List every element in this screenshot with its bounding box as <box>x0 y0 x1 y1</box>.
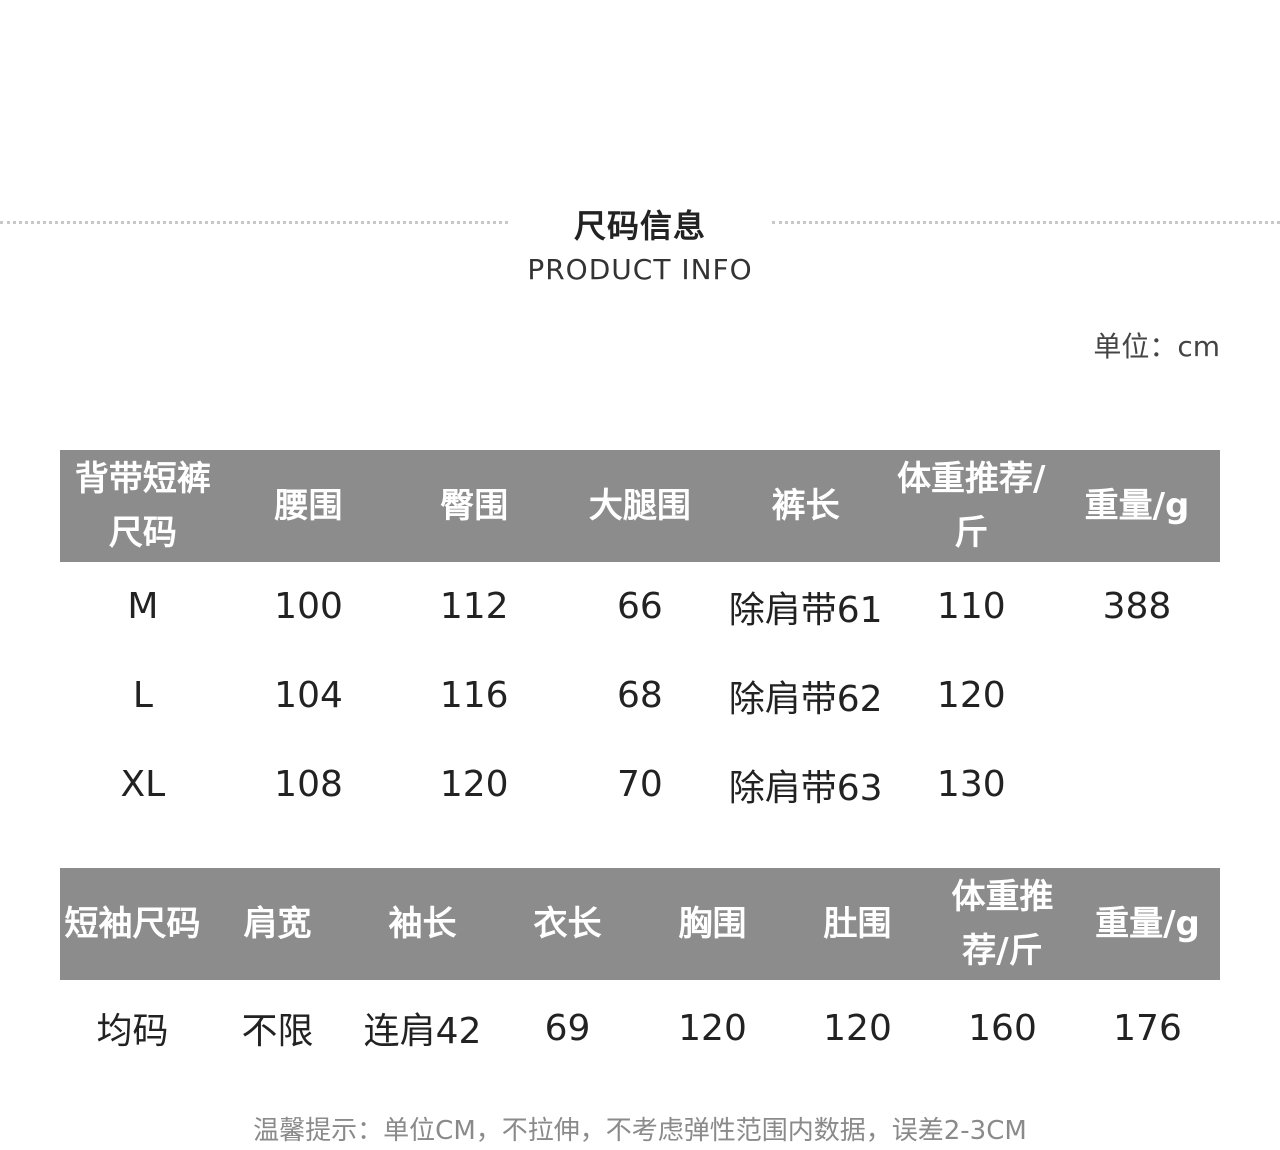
table-cell: 112 <box>439 586 509 627</box>
table-cell: 388 <box>1102 586 1172 627</box>
tshirt-size-table: 短袖尺码 肩宽 袖长 衣长 胸围 肚围 体重推荐/斤 重量/g 均码 不限 连肩… <box>60 868 1220 1076</box>
table-cell: L <box>132 675 153 716</box>
header-cell: 大腿围 <box>588 486 691 526</box>
table-cell: 120 <box>439 764 509 805</box>
table-cell: M <box>127 586 159 627</box>
table-cell: 120 <box>823 1007 892 1049</box>
table-row: M 100 112 66 除肩带61 110 388 <box>60 562 1220 651</box>
header-cell: 重量/g <box>1095 904 1200 944</box>
header-cell: 重量/g <box>1084 486 1190 526</box>
header-cell: 背带短裤尺码 <box>74 459 211 553</box>
header-cell: 袖长 <box>388 904 457 944</box>
table-row: XL 108 120 70 除肩带63 130 <box>60 740 1220 829</box>
table-cell: 连肩42 <box>363 1011 482 1052</box>
header-cell: 肚围 <box>823 904 892 944</box>
table-header: 短袖尺码 肩宽 袖长 衣长 胸围 肚围 体重推荐/斤 重量/g <box>60 868 1220 980</box>
header-cell: 胸围 <box>678 904 747 944</box>
table-cell: 除肩带63 <box>728 767 883 809</box>
table-header: 背带短裤尺码 腰围 臀围 大腿围 裤长 体重推荐/斤 重量/g <box>60 450 1220 562</box>
header-cell: 腰围 <box>274 486 343 526</box>
table-row: 均码 不限 连肩42 69 120 120 160 176 <box>60 980 1220 1076</box>
table-cell: XL <box>120 764 166 805</box>
section-header: 尺码信息 PRODUCT INFO <box>0 195 1280 295</box>
section-title-cn: 尺码信息 <box>573 207 706 245</box>
table-cell: 110 <box>936 586 1006 627</box>
table-row: L 104 116 68 除肩带62 120 <box>60 651 1220 740</box>
table-cell: 176 <box>1113 1007 1182 1049</box>
table-cell: 104 <box>274 675 343 716</box>
table-cell: 70 <box>617 764 663 805</box>
table-cell: 66 <box>617 586 663 627</box>
table-cell: 120 <box>678 1007 747 1049</box>
table-cell: 100 <box>274 586 343 627</box>
table-cell: 69 <box>544 1007 591 1049</box>
unit-label: 单位：cm <box>1093 330 1220 363</box>
table-cell: 68 <box>617 675 663 716</box>
divider-right <box>772 221 1280 224</box>
header-cell: 短袖尺码 <box>64 904 201 944</box>
table-cell: 130 <box>936 764 1006 805</box>
footer-note: 温馨提示：单位CM，不拉伸，不考虑弹性范围内数据，误差2-3CM <box>253 1116 1027 1146</box>
header-cell: 体重推荐/斤 <box>951 877 1054 971</box>
table-cell: 160 <box>968 1007 1037 1049</box>
table-cell: 除肩带61 <box>728 589 883 631</box>
shorts-size-table: 背带短裤尺码 腰围 臀围 大腿围 裤长 体重推荐/斤 重量/g M 100 11… <box>60 450 1220 829</box>
header-cell: 衣长 <box>533 904 602 944</box>
table-cell: 116 <box>439 675 509 716</box>
header-cell: 体重推荐/斤 <box>897 459 1046 553</box>
header-cell: 裤长 <box>771 486 840 526</box>
header-cell: 肩宽 <box>243 904 312 944</box>
table-cell: 108 <box>274 764 343 805</box>
header-cell: 臀围 <box>440 486 509 526</box>
table-cell: 不限 <box>241 1011 314 1052</box>
table-cell: 120 <box>936 675 1006 716</box>
table-cell: 均码 <box>96 1011 169 1052</box>
table-cell: 除肩带62 <box>728 678 883 720</box>
section-title-en: PRODUCT INFO <box>527 253 753 286</box>
